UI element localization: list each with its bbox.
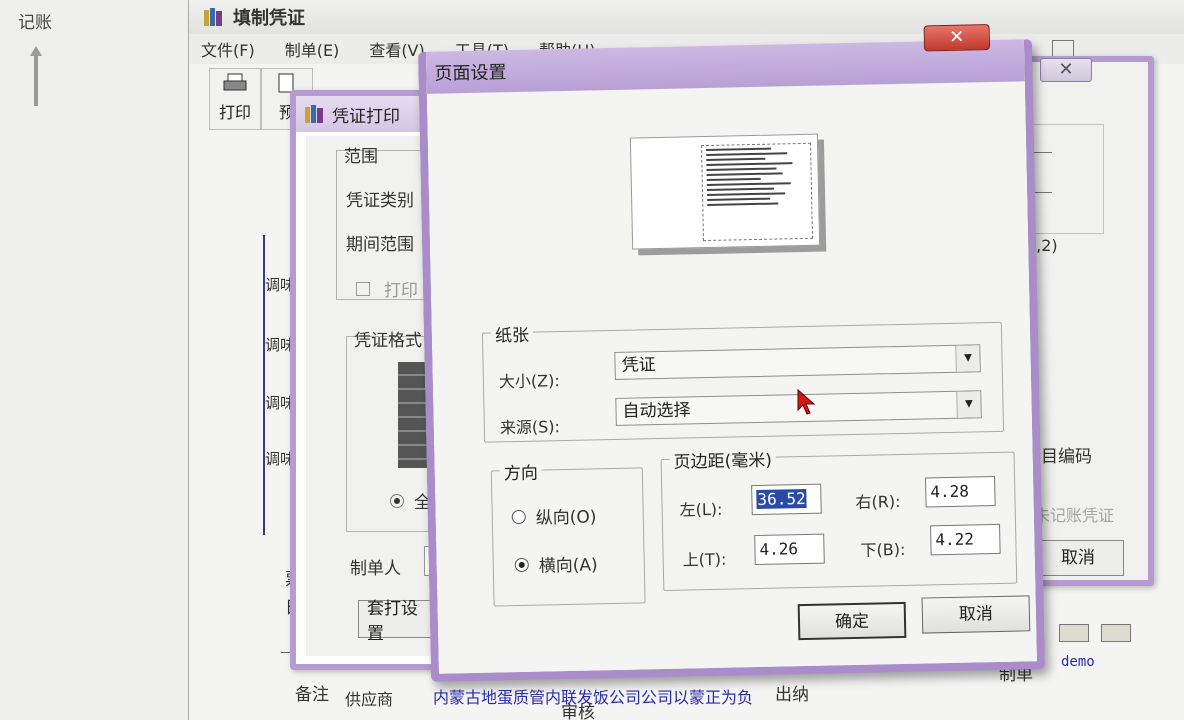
paper-source-label: 来源(S): <box>499 417 561 438</box>
supplier-label: 供应商 <box>345 690 394 709</box>
paper-fieldset: 纸张 <box>481 320 1005 443</box>
close-button[interactable]: ✕ <box>923 24 991 52</box>
paper-source-value: 自动选择 <box>622 400 691 422</box>
format-legend: 凭证格式 <box>354 331 422 351</box>
print-checkbox[interactable] <box>356 282 370 296</box>
paper-size-label: 大小(Z): <box>498 371 560 392</box>
right-margin-label: 右(R): <box>855 491 901 512</box>
bottom-margin-label: 下(B): <box>860 539 906 560</box>
all-radio[interactable] <box>390 494 404 508</box>
menu-voucher[interactable]: 制单(E) <box>285 37 340 61</box>
side-cancel-button[interactable]: 取消 <box>1032 540 1124 576</box>
print-checkbox-label: 打印 <box>384 281 418 301</box>
period-range-label: 期间范围 <box>346 235 414 255</box>
app-books-icon <box>203 6 225 28</box>
orientation-legend: 方向 <box>499 458 543 485</box>
page-setup-dialog: 页面设置 ✕ 纸张 大小(Z): 凭证 ▼ 来源(S): 自动选择 ▼ 方向 纵… <box>418 24 1046 682</box>
left-margin-label: 左(L): <box>679 499 723 520</box>
bottom-margin-input[interactable]: 4.22 <box>930 523 1001 556</box>
orientation-fieldset: 方向 <box>490 458 646 607</box>
top-margin-input[interactable]: 4.26 <box>754 533 825 566</box>
page-setup-title: 页面设置 <box>434 62 507 85</box>
chart-status-icon[interactable] <box>1101 624 1131 642</box>
cashier-label: 出纳 <box>775 685 809 705</box>
voucher-status-icon[interactable] <box>1059 624 1089 642</box>
page-preview-text <box>701 142 813 242</box>
paper-legend: 纸张 <box>490 320 534 347</box>
side-close-button[interactable]: ✕ <box>1040 58 1092 82</box>
print-button-label: 打印 <box>218 103 251 122</box>
menu-file[interactable]: 文件(F) <box>201 37 255 61</box>
overprint-settings-button[interactable]: 套打设置 <box>358 599 434 644</box>
page-preview <box>629 133 821 250</box>
unposted-voucher-label: 未记账凭证 <box>1034 506 1115 525</box>
print-button[interactable]: 打印 <box>209 68 261 130</box>
left-margin-value: 36.52 <box>756 488 807 510</box>
desktop-label: 记账 <box>18 13 52 33</box>
chevron-down-icon[interactable]: ▼ <box>956 391 981 418</box>
chevron-down-icon[interactable]: ▼ <box>955 345 980 372</box>
main-window-title: 填制凭证 <box>233 8 305 29</box>
note-label: 备注 <box>295 685 329 705</box>
mouse-cursor-icon <box>796 388 818 416</box>
margins-legend: 页边距(毫米) <box>669 445 777 473</box>
app-books-icon <box>304 103 326 125</box>
reviewer-label: 审核 <box>561 703 595 720</box>
status-icons <box>1059 624 1131 642</box>
voucher-print-title: 凭证打印 <box>332 106 400 127</box>
portrait-label: 纵向(O) <box>535 507 597 529</box>
range-legend: 范围 <box>344 147 378 167</box>
desktop-left-panel: 记账 <box>0 0 190 720</box>
menu-view[interactable]: 查看(V) <box>369 37 424 61</box>
landscape-label: 横向(A) <box>538 555 598 577</box>
left-margin-input[interactable]: 36.52 <box>751 483 822 516</box>
paper-size-value: 凭证 <box>621 355 656 376</box>
up-arrow-icon <box>30 46 42 106</box>
printer-icon <box>223 73 247 93</box>
voucher-type-label: 凭证类别 <box>346 191 414 211</box>
right-margin-input[interactable]: 4.28 <box>925 476 996 508</box>
cancel-button[interactable]: 取消 <box>921 595 1031 634</box>
margins-fieldset: 页边距(毫米) <box>660 445 1018 591</box>
top-margin-label: 上(T): <box>682 549 727 570</box>
main-title-bar: 填制凭证 <box>189 0 1184 34</box>
maker-field-label: 制单人 <box>350 559 401 579</box>
ok-button[interactable]: 确定 <box>797 601 907 641</box>
maker-value: demo <box>1061 654 1095 670</box>
